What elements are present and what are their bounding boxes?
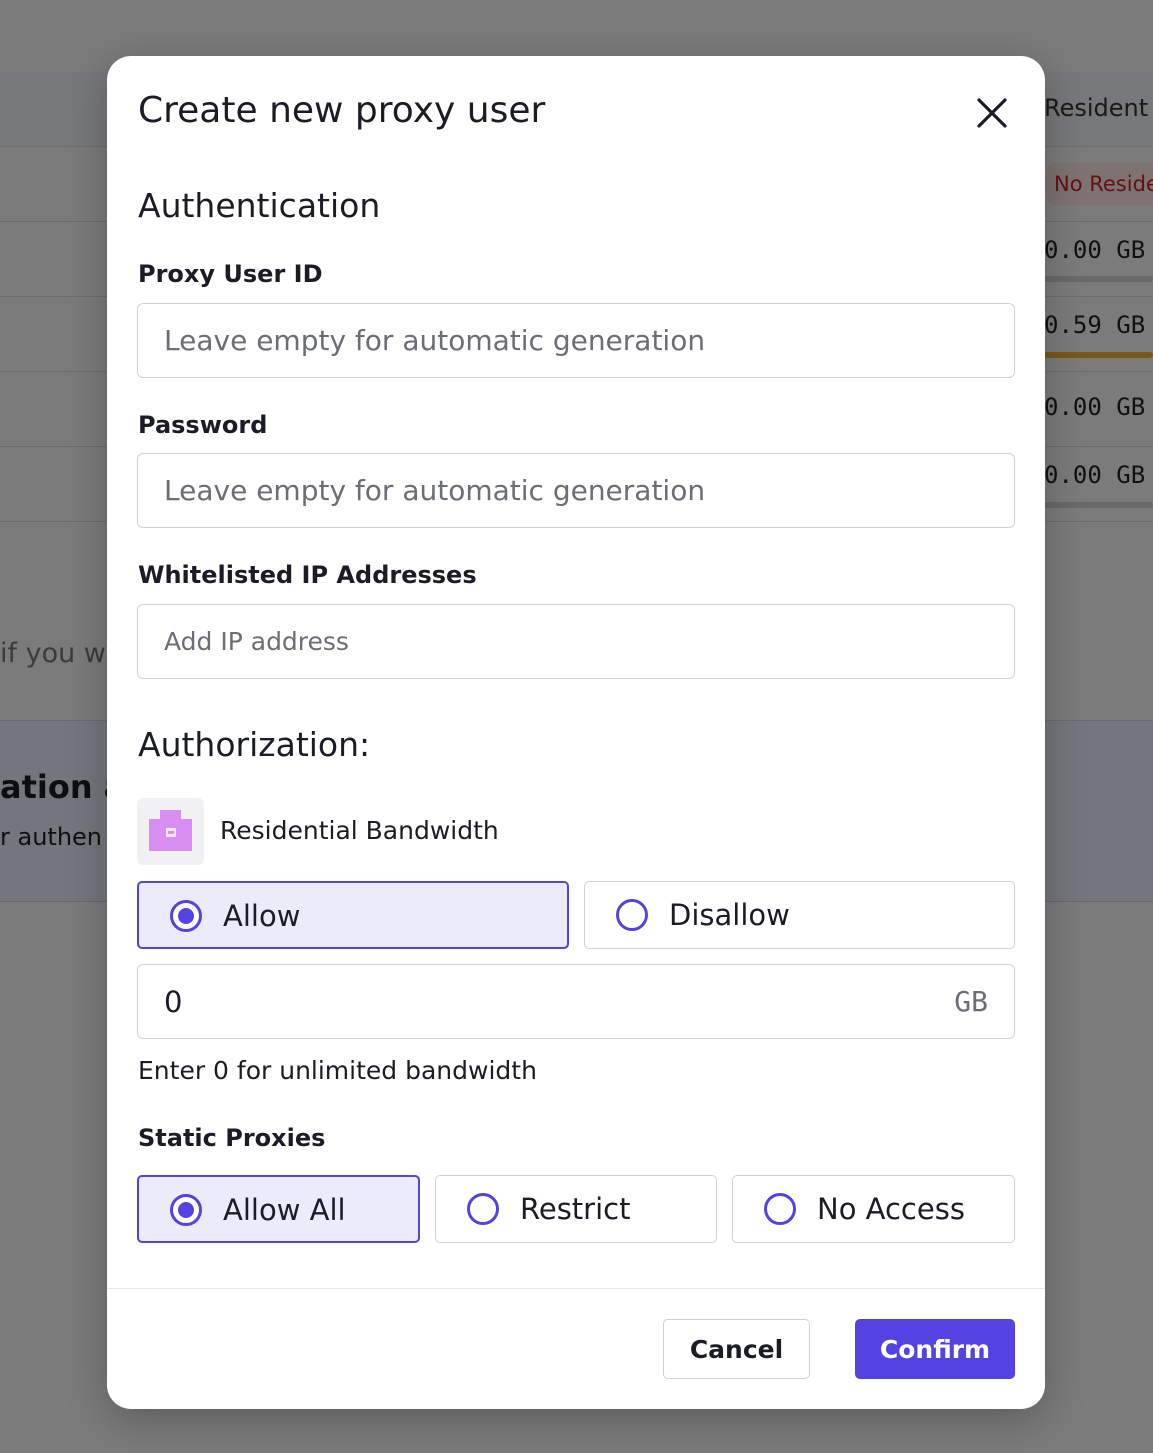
radio-button-checked[interactable] (170, 900, 202, 932)
authentication-heading: Authentication (138, 186, 381, 225)
radio-label: Restrict (520, 1192, 631, 1226)
bandwidth-hint: Enter 0 for unlimited bandwidth (138, 1056, 537, 1085)
radio-button-unchecked[interactable] (764, 1193, 796, 1225)
static-no-access-option[interactable]: No Access (732, 1175, 1015, 1243)
residential-allow-option[interactable]: Allow (137, 881, 569, 949)
residential-icon-container (137, 798, 204, 865)
proxy-user-id-label: Proxy User ID (138, 260, 323, 288)
residential-bandwidth-label: Residential Bandwidth (220, 816, 499, 845)
bandwidth-value: 0 (164, 985, 183, 1019)
password-input[interactable] (137, 453, 1015, 528)
bandwidth-unit: GB (954, 985, 988, 1018)
residential-disallow-option[interactable]: Disallow (584, 881, 1015, 949)
close-button[interactable] (971, 92, 1013, 134)
radio-button-checked[interactable] (170, 1194, 202, 1226)
whitelisted-ip-input[interactable] (137, 604, 1015, 679)
static-allow-all-option[interactable]: Allow All (137, 1175, 420, 1243)
footer-divider (107, 1288, 1045, 1289)
password-label: Password (138, 411, 268, 439)
bandwidth-input[interactable]: 0 GB (137, 964, 1015, 1039)
radio-label: Allow All (223, 1193, 346, 1227)
proxy-user-id-input[interactable] (137, 303, 1015, 378)
radio-button-unchecked[interactable] (467, 1193, 499, 1225)
confirm-button[interactable]: Confirm (855, 1319, 1015, 1379)
radio-label: Allow (223, 899, 301, 933)
residential-building-icon (149, 810, 192, 851)
radio-label: No Access (817, 1192, 965, 1226)
close-icon (977, 98, 1007, 128)
radio-label: Disallow (669, 898, 790, 932)
authorization-heading: Authorization: (138, 725, 371, 764)
static-restrict-option[interactable]: Restrict (435, 1175, 717, 1243)
create-proxy-user-dialog: Create new proxy user Authentication Pro… (107, 56, 1045, 1409)
dialog-title: Create new proxy user (138, 90, 546, 131)
static-proxies-label: Static Proxies (138, 1124, 326, 1152)
whitelisted-ips-label: Whitelisted IP Addresses (138, 561, 477, 589)
radio-button-unchecked[interactable] (616, 899, 648, 931)
cancel-button[interactable]: Cancel (663, 1319, 810, 1379)
